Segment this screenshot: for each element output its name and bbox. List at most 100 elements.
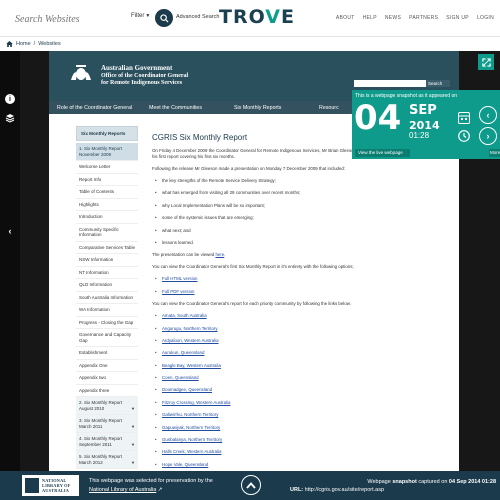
main-content: CGRIS Six Monthly Report On Friday 4 Dec… (152, 134, 382, 471)
previous-snapshot-button[interactable]: ‹ (479, 106, 497, 124)
preservation-message: This webpage was selected for preservati… (89, 478, 213, 493)
external-link-icon: ↗ (157, 487, 163, 493)
breadcrumb-separator: / (33, 41, 36, 47)
side-menu-item[interactable]: Appendix One (76, 360, 138, 372)
format-link[interactable]: Full PDF version (152, 289, 382, 295)
community-link[interactable]: Hope Vale, Queensland (152, 462, 382, 468)
community-link[interactable]: Doomadgee, Queensland (152, 387, 382, 393)
community-link[interactable]: Gunbalanya, Northern Territory (152, 437, 382, 443)
side-menu-item[interactable]: 5. Six Monthly Report March 2012 ▼ (76, 451, 138, 469)
side-menu-item[interactable]: Governance and Capacity Gap (76, 329, 138, 347)
nla-link[interactable]: National Library of Australia (89, 487, 156, 493)
chevron-left-icon[interactable]: ‹ (5, 226, 15, 236)
nav-help[interactable]: HELP (363, 15, 377, 21)
breadcrumb-websites[interactable]: Websites (38, 41, 61, 47)
side-menu-item[interactable]: Community Specific Information (76, 224, 138, 242)
nla-seal-icon (25, 478, 39, 493)
trove-logo[interactable]: TROVE (219, 6, 295, 28)
community-link[interactable]: Galiwin'ku, Northern Territory (152, 412, 382, 418)
side-menu-item[interactable]: Table of Contents (76, 186, 138, 199)
footer: NATIONAL LIBRARY OF AUSTRALIA This webpa… (0, 471, 500, 500)
caret-down-icon: ▼ (131, 459, 135, 465)
community-link[interactable]: Coen, Queensland (152, 375, 382, 381)
clock-icon[interactable] (458, 130, 470, 142)
community-link[interactable]: Angurugu, Northern Territory (152, 326, 382, 332)
snapshot-time: 01:28 (409, 131, 430, 140)
side-menu-item[interactable]: South Australia Information (76, 292, 138, 304)
snapshot-url: URL: http://cgris.gov.au/site/report.asp (290, 487, 385, 493)
side-menu-item[interactable]: 2. Six Monthly Report August 2010 ▼ (76, 397, 138, 415)
filter-label: Filter (131, 13, 145, 19)
search-button[interactable] (155, 9, 173, 27)
side-menu-heading: Six Monthly Reports (76, 126, 138, 141)
community-link[interactable]: Fitzroy Crossing, Western Australia (152, 400, 382, 406)
layers-icon[interactable] (5, 113, 15, 123)
nav-login[interactable]: LOGIN (477, 15, 494, 21)
breadcrumb-home[interactable]: Home (16, 41, 31, 47)
side-menu-item[interactable]: WA Information (76, 304, 138, 317)
community-link[interactable]: Aurukun, Queensland (152, 350, 382, 356)
snapshot-month: SEP (409, 103, 437, 118)
side-menu-item[interactable]: Appendix three (76, 385, 138, 397)
view-live-webpage-button[interactable]: View the live webpage (355, 149, 410, 157)
side-menu-item[interactable]: 1. Six Monthly Report November 2009 (76, 143, 138, 161)
view-options-text: You can view the Coordinator General's f… (152, 264, 354, 270)
side-menu-item[interactable]: Highlights (76, 199, 138, 211)
intro-text: On Friday 4 December 2009 the Coordinato… (152, 148, 376, 159)
snapshot-day: 04 (354, 98, 402, 138)
community-link[interactable]: Gapuwiyak, Northern Territory (152, 425, 382, 431)
site-nav-reports[interactable]: Six Monthly Reports (228, 105, 313, 111)
nav-news[interactable]: NEWS (385, 15, 401, 21)
filter-button[interactable]: Filter▼ (131, 13, 150, 19)
collapse-button[interactable] (241, 475, 261, 495)
side-menu-item[interactable]: QLD Information (76, 279, 138, 292)
bullet-item: what has emerged from visiting all 29 co… (152, 190, 382, 196)
format-list: Full HTML version Full PDF version (152, 276, 382, 294)
priority-intro: You can view the Coordinator General's r… (152, 301, 351, 307)
side-menu-item[interactable]: Introduction (76, 211, 138, 224)
side-menu-item[interactable]: NSW Information (76, 254, 138, 267)
nla-logo[interactable]: NATIONAL LIBRARY OF AUSTRALIA (22, 475, 79, 496)
nav-sign-up[interactable]: SIGN UP (446, 15, 469, 21)
side-menu-item[interactable]: Welcome Letter (76, 161, 138, 174)
side-menu-item[interactable]: Appendix two (76, 372, 138, 385)
site-search-button[interactable]: Search (426, 80, 450, 87)
bullet-item: the key strengths of the Remote Service … (152, 178, 382, 184)
info-icon[interactable]: i (5, 94, 15, 104)
community-link[interactable]: Halls Creek, Western Australia (152, 449, 382, 455)
community-link[interactable]: Ardyaloon, Western Australia (152, 338, 382, 344)
next-snapshot-button[interactable]: › (479, 127, 497, 145)
community-list: Amata, South Australia Angurugu, Northern… (152, 313, 382, 468)
nav-about[interactable]: ABOUT (336, 15, 355, 21)
presentation-intro: Following the release Mr Gleeson made a … (152, 166, 346, 171)
search-input[interactable] (15, 10, 125, 28)
advanced-search-link[interactable]: Advanced Search (176, 14, 219, 20)
site-search-input[interactable] (354, 80, 426, 87)
fullscreen-button[interactable] (478, 54, 494, 70)
side-rail: i ‹ (0, 51, 20, 471)
home-icon (6, 41, 13, 47)
bullet-item: why Local Implementation Plans will be s… (152, 203, 382, 209)
side-menu-item[interactable]: 3. Six Monthly Report March 2011 ▼ (76, 415, 138, 433)
site-nav-communities[interactable]: Meet the Communities (143, 105, 228, 111)
community-link[interactable]: Amata, South Australia (152, 313, 382, 319)
community-link[interactable]: Beagle Bay, Western Australia (152, 363, 382, 369)
side-menu-item[interactable]: Establishment (76, 347, 138, 360)
presentation-link[interactable]: here (215, 252, 224, 257)
top-bar: Filter▼ Advanced Search TROVE ABOUT HELP… (0, 0, 500, 37)
site-nav-resources[interactable]: Resourc (313, 105, 345, 111)
bullet-item: some of the systemic issues that are eme… (152, 215, 382, 221)
snapshot-list-icon[interactable] (458, 112, 470, 124)
side-menu-item[interactable]: Progress - Closing the Gap (76, 317, 138, 329)
caret-down-icon: ▼ (145, 13, 151, 19)
snapshot-year: 2014 (409, 119, 440, 132)
side-menu-item[interactable]: Report Info (76, 174, 138, 186)
nav-partners[interactable]: PARTNERS (409, 15, 438, 21)
side-menu-item[interactable]: NT Information (76, 267, 138, 279)
side-menu-item[interactable]: 4. Six Monthly Report September 2011 ▼ (76, 433, 138, 451)
side-menu-item[interactable]: Comparative Services Table (76, 242, 138, 254)
format-link[interactable]: Full HTML version (152, 276, 382, 282)
more-snapshots-button[interactable]: More sna (489, 149, 500, 157)
site-nav-role[interactable]: Role of the Coordinator General (49, 105, 143, 111)
bullet-item: lessons learned. (152, 240, 382, 246)
